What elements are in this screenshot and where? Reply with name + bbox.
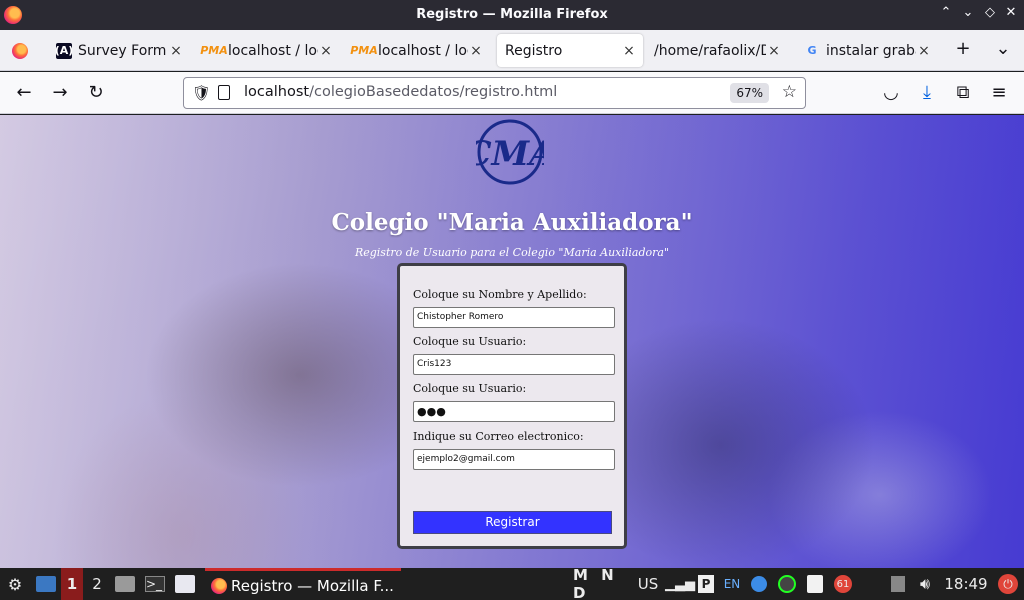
url-path: /colegioBasededatos/registro.html (309, 84, 558, 100)
phpmyadmin-icon: PMA (350, 44, 378, 57)
notification-count: 61 (834, 575, 852, 593)
taskbar-firefox-window[interactable]: Registro — Mozilla F... (205, 568, 401, 600)
indicator-mnd[interactable]: M N D (573, 566, 633, 600)
terminal-icon[interactable]: >_ (144, 572, 166, 596)
tab-label: Registro (505, 42, 563, 59)
email-label: Indique su Correo electronico: (413, 430, 584, 443)
user-label: Coloque su Usuario: (413, 335, 527, 348)
window-titlebar: Registro — Mozilla Firefox ⌃ ⌄ ◇ ✕ (0, 0, 1024, 30)
notifications-icon[interactable]: 61 (832, 572, 854, 596)
page-subtitle: Registro de Usuario para el Colegio "Mar… (354, 246, 670, 259)
window-title: Registro — Mozilla Firefox (416, 7, 608, 22)
keyboard-layout[interactable]: US (636, 572, 660, 596)
close-tab-icon[interactable]: × (318, 43, 334, 59)
downloads-icon[interactable]: ⤓ (914, 81, 940, 105)
restore-icon[interactable]: ⌄ (958, 5, 978, 20)
reload-button[interactable]: ↻ (83, 81, 109, 105)
tab-registro[interactable]: Registro × (497, 34, 643, 67)
tab-instalar[interactable]: G instalar graba × (796, 34, 938, 67)
close-tab-icon[interactable]: × (916, 43, 932, 59)
name-label: Coloque su Nombre y Apellido: (413, 288, 587, 301)
password-label: Coloque su Usuario: (413, 382, 527, 395)
zoom-level[interactable]: 67% (730, 83, 769, 103)
register-button[interactable]: Registrar (413, 511, 612, 534)
new-tab-button[interactable]: + (951, 38, 975, 59)
clock[interactable]: 18:49 (942, 572, 990, 596)
tracking-protection-icon[interactable]: 🛡 (192, 84, 211, 102)
menu-icon[interactable]: ≡ (986, 81, 1012, 105)
volume-icon[interactable]: 🔊︎ (914, 572, 936, 596)
signal-icon[interactable]: ▁▃▅ (665, 572, 695, 596)
show-desktop-icon[interactable] (34, 572, 58, 596)
google-icon: G (807, 44, 817, 57)
page-title: Colegio "Maria Auxiliadora" (331, 209, 693, 236)
tab-home-folder[interactable]: /home/rafaolix/D × (646, 34, 788, 67)
school-logo: CMA (476, 119, 544, 185)
logo-text: CMA (476, 134, 544, 174)
minimize-icon[interactable]: ⌃ (936, 5, 956, 20)
user-field[interactable]: Cris123 (413, 354, 615, 375)
tab-label: Survey Form: (78, 42, 168, 59)
password-field[interactable]: ●●● (413, 401, 615, 422)
maximize-icon[interactable]: ◇ (980, 5, 1000, 20)
tab-survey-form[interactable]: (A) Survey Form: × (48, 34, 190, 67)
clipboard-icon[interactable] (804, 572, 826, 596)
navigation-bar: ← → ↻ 🛡 localhost/colegioBasededatos/reg… (0, 72, 1024, 114)
close-tab-icon[interactable]: × (168, 43, 184, 59)
tab-localhost-2[interactable]: PMA localhost / loc × (348, 34, 490, 67)
close-tab-icon[interactable]: × (766, 43, 782, 59)
taskbar: ⚙ 1 2 >_ Registro — Mozilla F... M N D U… (0, 566, 1024, 600)
updates-icon[interactable] (749, 572, 769, 596)
app-menu-icon[interactable]: ⚙ (4, 572, 26, 596)
bookmark-star-icon[interactable]: ☆ (782, 82, 797, 102)
phpmyadmin-icon: PMA (200, 44, 228, 57)
extensions-icon[interactable]: ⧉ (950, 81, 976, 105)
email-field[interactable]: ejemplo2@gmail.com (413, 449, 615, 470)
list-all-tabs-button[interactable]: ⌄ (991, 38, 1015, 59)
close-tab-icon[interactable]: × (621, 43, 637, 59)
parking-icon[interactable]: P (696, 572, 716, 596)
url-text[interactable]: localhost/colegioBasededatos/registro.ht… (244, 84, 557, 100)
tab-label: localhost / loc (378, 42, 468, 59)
firefox-view-icon (12, 42, 28, 59)
file-manager-icon[interactable] (114, 572, 136, 596)
tab-label: /home/rafaolix/D (654, 42, 766, 59)
pocket-icon[interactable]: ◡ (878, 81, 904, 105)
registration-form: Coloque su Nombre y Apellido: Chistopher… (397, 263, 627, 549)
freecodecamp-icon: (A) (54, 42, 74, 59)
address-bar[interactable]: 🛡 localhost/colegioBasededatos/registro.… (183, 77, 806, 109)
firefox-view-button[interactable] (4, 34, 40, 67)
tab-strip: (A) Survey Form: × PMA localhost / loc ×… (0, 30, 1024, 71)
close-tab-icon[interactable]: × (468, 43, 484, 59)
name-field[interactable]: Chistopher Romero (413, 307, 615, 328)
firefox-icon (211, 577, 227, 594)
tab-label: localhost / loc (228, 42, 318, 59)
power-icon[interactable]: ⏻ (997, 572, 1019, 596)
forward-button[interactable]: → (47, 81, 73, 105)
page-info-icon[interactable] (218, 85, 230, 100)
eject-icon[interactable] (888, 572, 908, 596)
text-editor-icon[interactable] (174, 572, 196, 596)
close-window-icon[interactable]: ✕ (1001, 5, 1021, 20)
back-button[interactable]: ← (11, 81, 37, 105)
url-host: localhost (244, 84, 310, 100)
tab-label: instalar graba (826, 42, 916, 59)
tab-localhost-1[interactable]: PMA localhost / loc × (198, 34, 340, 67)
media-icon[interactable] (776, 572, 798, 596)
workspace-1[interactable]: 1 (61, 568, 83, 600)
input-language[interactable]: EN (721, 572, 743, 596)
workspace-2[interactable]: 2 (87, 572, 107, 596)
page-content: CMA Colegio "Maria Auxiliadora" Registro… (0, 115, 1024, 568)
task-label: Registro — Mozilla F... (231, 576, 394, 595)
